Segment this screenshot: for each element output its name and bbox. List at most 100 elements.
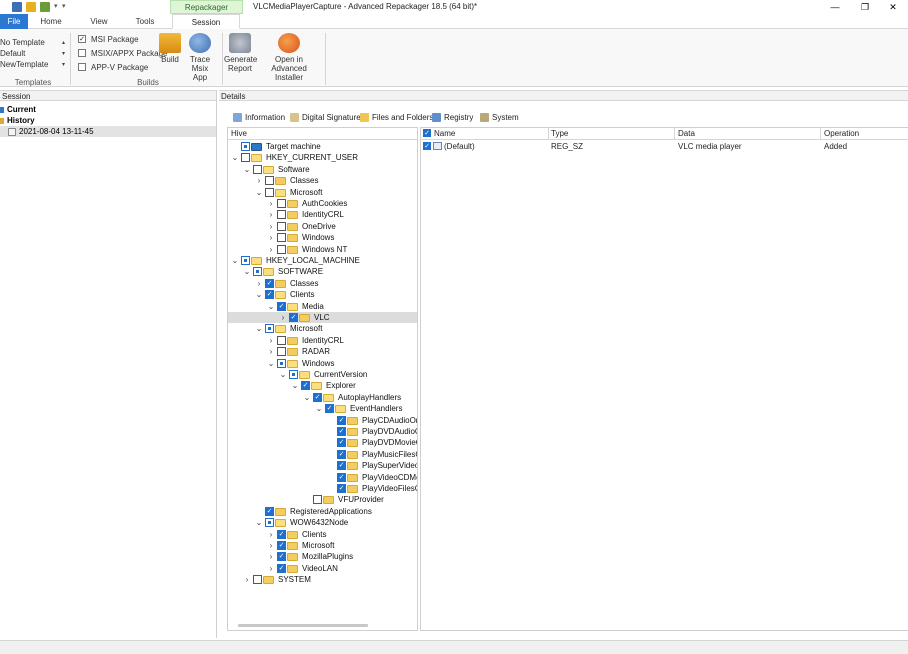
tree-node[interactable]: › IdentityCRL (228, 209, 417, 220)
tree-node[interactable]: › Classes (228, 175, 417, 186)
table-row[interactable]: ✓ (Default) REG_SZ VLC media player Adde… (421, 141, 908, 153)
column-header-operation[interactable]: Operation (824, 128, 859, 139)
tree-node-checkbox[interactable] (253, 267, 262, 277)
tree-node-checkbox[interactable]: ✓ (325, 404, 334, 414)
column-header-type[interactable]: Type (551, 128, 568, 139)
tree-node[interactable]: › ✓ VideoLAN (228, 563, 417, 574)
close-button[interactable]: ✕ (878, 0, 908, 14)
minimize-button[interactable]: — (820, 0, 850, 14)
expand-arrow-icon[interactable]: › (255, 278, 263, 289)
tree-node-checkbox[interactable]: ✓ (265, 278, 274, 288)
tree-node[interactable]: ⌄ Software (228, 164, 417, 175)
tree-node[interactable]: ⌄ ✓ Explorer (228, 380, 417, 391)
row-checkbox[interactable]: ✓ (423, 142, 431, 150)
tree-node-checkbox[interactable]: ✓ (337, 415, 346, 425)
tree-node-checkbox[interactable] (241, 142, 250, 151)
tree-node-checkbox[interactable] (241, 153, 250, 163)
tree-node[interactable]: ⌄ ✓ AutoplayHandlers (228, 392, 417, 403)
build-button[interactable]: Build (157, 33, 183, 64)
expand-arrow-icon[interactable]: › (267, 335, 275, 346)
collapse-arrow-icon[interactable]: ⌄ (267, 301, 275, 312)
tree-node[interactable]: ✓ PlayDVDAudioOr (228, 426, 417, 437)
template-item-newtemplate[interactable]: NewTemplate (0, 60, 60, 70)
tree-node[interactable]: › ✓ VLC (228, 312, 417, 323)
select-all-checkbox[interactable]: ✓ (423, 129, 431, 137)
template-expand-icon[interactable]: ▾ (60, 60, 67, 70)
appv-package-checkbox[interactable] (78, 63, 86, 71)
template-item-no-template[interactable]: No Template (0, 38, 60, 48)
tree-node[interactable]: › ✓ Classes (228, 278, 417, 289)
save-icon[interactable] (12, 2, 22, 12)
expand-arrow-icon[interactable]: › (267, 540, 275, 551)
msi-package-checkbox[interactable]: ✓ (78, 35, 86, 43)
tree-node-checkbox[interactable] (265, 187, 274, 197)
tree-node-checkbox[interactable]: ✓ (277, 529, 286, 539)
expand-arrow-icon[interactable]: › (267, 232, 275, 243)
tree-node[interactable]: › SYSTEM (228, 574, 417, 585)
tree-node-checkbox[interactable] (277, 244, 286, 254)
session-history[interactable]: History (0, 115, 216, 126)
tree-node-checkbox[interactable]: ✓ (277, 552, 286, 562)
tree-node[interactable]: › Windows (228, 232, 417, 243)
collapse-arrow-icon[interactable]: ⌄ (255, 517, 263, 528)
tree-node-checkbox[interactable] (253, 164, 262, 174)
expand-arrow-icon[interactable]: › (267, 209, 275, 220)
tree-node-checkbox[interactable]: ✓ (337, 484, 346, 493)
tab-system[interactable]: System (480, 111, 519, 125)
tree-node-checkbox[interactable] (253, 575, 262, 585)
tab-information[interactable]: Information (233, 111, 285, 125)
tree-node-checkbox[interactable] (277, 347, 286, 357)
tree-node-checkbox[interactable]: ✓ (337, 438, 346, 448)
tree-node[interactable]: › AuthCookies (228, 198, 417, 209)
collapse-arrow-icon[interactable]: ⌄ (303, 392, 311, 403)
expand-arrow-icon[interactable]: › (267, 221, 275, 232)
tree-node-checkbox[interactable]: ✓ (277, 541, 286, 550)
tree-node[interactable]: › ✓ MozillaPlugins (228, 551, 417, 562)
expand-arrow-icon[interactable]: › (255, 175, 263, 186)
tree-node[interactable]: › ✓ Microsoft (228, 540, 417, 551)
template-scroll-up-icon[interactable]: ▴ (60, 38, 67, 48)
collapse-arrow-icon[interactable]: ⌄ (243, 164, 251, 175)
tree-node-checkbox[interactable]: ✓ (277, 563, 286, 573)
tree-node-checkbox[interactable] (277, 335, 286, 345)
column-header-name[interactable]: Name (434, 128, 455, 139)
tree-node[interactable]: ✓ PlayVideoFilesOn (228, 483, 417, 494)
tree-node-checkbox[interactable]: ✓ (277, 301, 286, 311)
tab-digital-signature[interactable]: Digital Signature (290, 111, 361, 125)
open-icon[interactable] (26, 2, 36, 12)
tree-node-checkbox[interactable] (277, 233, 286, 243)
tree-node[interactable]: › Windows NT (228, 244, 417, 255)
collapse-arrow-icon[interactable]: ⌄ (255, 323, 263, 334)
tree-node[interactable]: Target machine (228, 141, 417, 152)
trace-msix-app-button[interactable]: Trace Msix App (184, 33, 216, 82)
collapse-arrow-icon[interactable]: ⌄ (231, 255, 239, 266)
customize-qa-icon[interactable]: ▾ (62, 2, 66, 10)
tree-node-checkbox[interactable] (265, 176, 274, 186)
tab-files-and-folders[interactable]: Files and Folders (360, 111, 433, 125)
expand-arrow-icon[interactable]: › (243, 574, 251, 585)
tree-node-checkbox[interactable]: ✓ (265, 506, 274, 516)
collapse-arrow-icon[interactable]: ⌄ (231, 152, 239, 163)
tree-node[interactable]: › IdentityCRL (228, 335, 417, 346)
open-in-advanced-installer-button[interactable]: Open in Advanced Installer (257, 33, 321, 82)
tree-node-checkbox[interactable] (241, 256, 250, 265)
template-item-default[interactable]: Default (0, 49, 60, 59)
tree-node-checkbox[interactable]: ✓ (337, 427, 346, 436)
tab-tools[interactable]: Tools (128, 14, 162, 29)
tree-node[interactable]: ⌄ ✓ Media (228, 301, 417, 312)
collapse-arrow-icon[interactable]: ⌄ (243, 266, 251, 277)
column-header-data[interactable]: Data (678, 128, 695, 139)
tree-node-checkbox[interactable] (313, 495, 322, 505)
tree-node[interactable]: ⌄ WOW6432Node (228, 517, 417, 528)
tree-node[interactable]: ✓ PlayMusicFilesOr (228, 449, 417, 460)
tab-home[interactable]: Home (34, 14, 68, 29)
expand-arrow-icon[interactable]: › (267, 529, 275, 540)
tab-registry[interactable]: Registry (432, 111, 473, 125)
qa-dropdown-icon[interactable]: ▾ (54, 2, 58, 10)
template-scroll-down-icon[interactable]: ▾ (60, 49, 67, 59)
tab-view[interactable]: View (82, 14, 116, 29)
tree-node[interactable]: ✓ PlayCDAudioOnA (228, 415, 417, 426)
tree-node[interactable]: ✓ PlaySuperVideoC (228, 460, 417, 471)
expand-arrow-icon[interactable]: › (267, 563, 275, 574)
tree-node-checkbox[interactable]: ✓ (301, 381, 310, 391)
